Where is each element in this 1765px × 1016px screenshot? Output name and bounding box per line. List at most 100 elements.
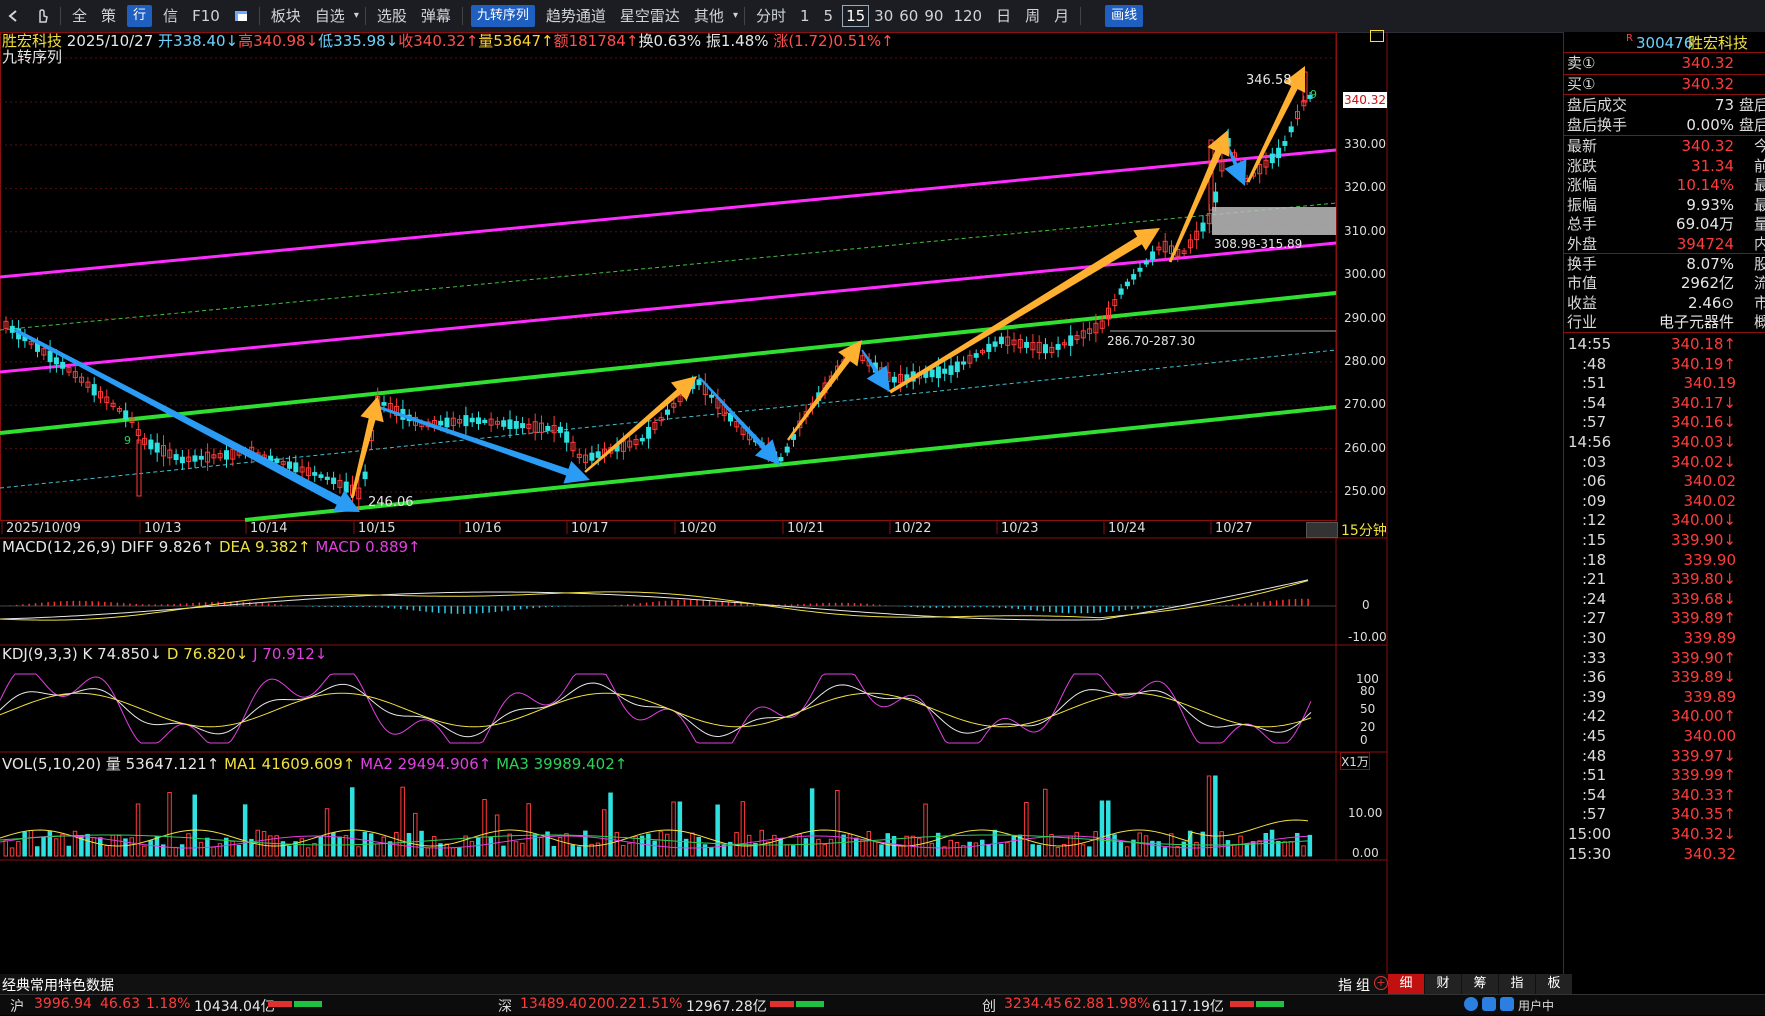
up-trend-arrow	[889, 228, 1160, 394]
grid-icon[interactable]	[1500, 997, 1514, 1011]
panel-tab[interactable]: 指	[1499, 974, 1535, 994]
volume-bar	[375, 843, 380, 857]
volume-bar	[513, 841, 519, 857]
price-tick: 250.00	[1344, 484, 1386, 498]
volume-bar	[633, 836, 638, 857]
index-label[interactable]: 指	[1338, 975, 1352, 995]
sz-name[interactable]: 深	[498, 996, 512, 1016]
add-icon[interactable]: +	[1374, 976, 1388, 990]
buy1-price[interactable]: 340.32	[1682, 73, 1735, 95]
volume-bar	[803, 838, 809, 857]
candle-body	[929, 369, 935, 378]
period-label[interactable]: 15分钟	[1341, 520, 1387, 540]
s-badge-icon[interactable]	[1464, 997, 1478, 1011]
volume-bar	[1036, 844, 1042, 857]
volume-bar	[923, 803, 928, 857]
sz-pct: 1.51%	[638, 996, 683, 1012]
date-tick: 10/23	[1001, 521, 1039, 536]
volume-bar	[406, 832, 412, 857]
candle-body	[998, 336, 1004, 345]
volume-bar	[520, 842, 525, 857]
candle-body	[312, 472, 318, 476]
candle-body	[891, 376, 897, 383]
volume-bar	[835, 790, 840, 857]
volume-bar	[1263, 833, 1268, 857]
candle-body	[1043, 344, 1048, 354]
panel-tab[interactable]: 细	[1388, 974, 1424, 994]
stock-code[interactable]: 300476	[1636, 32, 1693, 54]
zone-upper-label: 308.98-315.89	[1214, 237, 1303, 251]
sz-amount: 12967.28亿	[686, 999, 767, 1015]
flag-r: R	[1626, 33, 1633, 44]
volume-bar	[236, 844, 242, 857]
price-tick: 300.00	[1344, 267, 1386, 282]
volume-bar	[343, 835, 349, 857]
candle-body	[1118, 288, 1124, 295]
volume-bar	[828, 838, 834, 857]
volume-bar	[929, 842, 935, 857]
volume-bar	[627, 842, 632, 857]
candle-body	[318, 474, 324, 478]
volume-bar	[797, 833, 802, 857]
candle-body	[343, 481, 349, 493]
nine-count-left: 9	[124, 434, 131, 447]
tab-feature-data[interactable]: 特色数据	[58, 975, 114, 995]
volume-bar	[494, 814, 500, 857]
amplitude-value: 振1.48%	[705, 32, 769, 50]
vol-unit[interactable]: X1万	[1340, 752, 1370, 770]
candle-body	[992, 341, 998, 347]
volume-bar	[1288, 841, 1294, 857]
group-label[interactable]: 组	[1356, 975, 1370, 995]
volume-bar	[22, 831, 27, 857]
candle-body	[948, 365, 954, 375]
tab-classic[interactable]: 经典常用	[2, 975, 58, 995]
candle-body	[224, 450, 229, 460]
macd-tick-neg: -10.00	[1348, 630, 1387, 644]
stock-title[interactable]: 胜宏科技	[1688, 32, 1748, 54]
volume-bar	[167, 792, 172, 857]
volume-bar	[186, 833, 191, 857]
volume-bar	[444, 843, 449, 857]
cy-index: 3234.45	[1004, 996, 1062, 1012]
sh-up-bar	[268, 1001, 292, 1007]
volume-bar	[1187, 830, 1193, 857]
volume-bar	[1011, 835, 1016, 857]
tick-row[interactable]: 15:30 340.32	[1564, 843, 1765, 865]
volume-bar	[198, 841, 204, 857]
sh-name[interactable]: 沪	[10, 996, 24, 1016]
volume-bar	[1181, 841, 1187, 857]
candle-body	[1200, 222, 1206, 232]
candle-body	[973, 353, 979, 358]
panel-tab[interactable]: 财	[1425, 974, 1461, 994]
sh-amount: 10434.04亿	[194, 999, 275, 1015]
price-zone-box[interactable]	[1212, 207, 1336, 235]
layout-toggle-icon[interactable]	[1370, 30, 1384, 42]
volume-bar	[3, 840, 8, 857]
volume-bar	[1307, 834, 1313, 857]
quote-panel: R 300476 胜宏科技 卖① 340.32 买① 340.32 盘后成交 7…	[1563, 32, 1765, 994]
quote-header: 胜宏科技 2025/10/27 开338.40↓高340.98↓低335.98↓…	[2, 30, 894, 51]
chat-icon[interactable]	[1482, 997, 1496, 1011]
volume-bar	[973, 842, 979, 857]
volume-bar	[135, 803, 141, 857]
volume-bar	[318, 835, 323, 857]
volume-bar	[1055, 847, 1061, 857]
panel-tab[interactable]: 板	[1536, 974, 1572, 994]
volume-bar	[1099, 800, 1105, 857]
candle-body	[198, 455, 204, 460]
sell1-price[interactable]: 340.32	[1682, 52, 1735, 74]
scroll-handle[interactable]	[1306, 522, 1338, 538]
volume-bar	[1301, 845, 1306, 857]
panel-tab[interactable]: 筹	[1462, 974, 1498, 994]
date-tick: 10/14	[250, 521, 288, 536]
candle-body	[324, 476, 330, 480]
candle-body	[192, 455, 198, 462]
chart-canvas[interactable]	[0, 0, 1563, 974]
volume-bar	[866, 830, 872, 857]
volume-bar	[1024, 801, 1029, 857]
user-center[interactable]: 用户中	[1518, 997, 1554, 1014]
high-annotation: 346.58	[1246, 73, 1292, 88]
vol-value: 量 53647.121↑	[105, 755, 220, 773]
cy-name[interactable]: 创	[982, 996, 996, 1016]
sz-up-bar	[770, 1001, 794, 1007]
